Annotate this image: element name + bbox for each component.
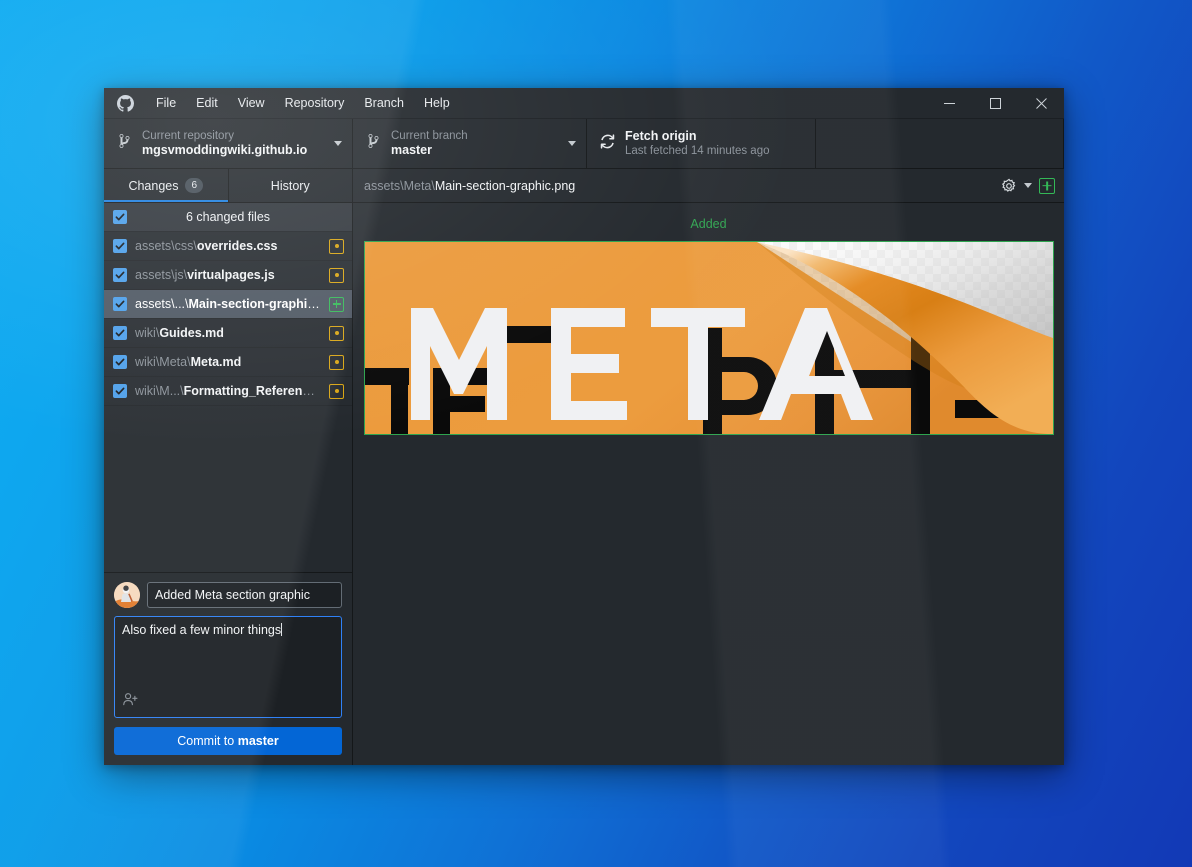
- fetch-origin-title: Fetch origin: [625, 129, 805, 145]
- meta-section-graphic: [365, 242, 1053, 434]
- tab-history[interactable]: History: [229, 169, 353, 202]
- gear-icon[interactable]: [1001, 178, 1032, 194]
- changed-files-count: 6 changed files: [104, 210, 352, 224]
- commit-description-field[interactable]: Also fixed a few minor things: [114, 616, 342, 718]
- changed-files-header: 6 changed files: [104, 203, 352, 232]
- file-path: wiki\Meta\Meta.md: [135, 355, 321, 369]
- file-checkbox[interactable]: [113, 326, 127, 340]
- diff-file-path: assets\Meta\Main-section-graphic.png: [364, 179, 1001, 193]
- file-path: assets\js\virtualpages.js: [135, 268, 321, 282]
- status-badge-modified: [329, 326, 344, 341]
- minimize-icon[interactable]: [926, 88, 972, 118]
- file-row-formatting-reference-md[interactable]: wiki\M...\Formatting_Reference.md: [104, 377, 352, 406]
- commit-form: Also fixed a few minor things Commit to …: [104, 572, 352, 765]
- menu-item-view[interactable]: View: [228, 88, 275, 118]
- maximize-icon[interactable]: [972, 88, 1018, 118]
- window-controls: [926, 88, 1064, 118]
- diff-pane: assets\Meta\Main-section-graphic.png: [353, 169, 1064, 765]
- menu-item-file[interactable]: File: [146, 88, 186, 118]
- tab-changes-label: Changes: [128, 179, 178, 193]
- current-branch-value: master: [391, 143, 555, 159]
- window-body: Changes 6 History 6 changed files: [104, 169, 1064, 765]
- file-path: assets\...\Main-section-graphic.png: [135, 297, 321, 311]
- github-logo-icon: [104, 88, 146, 118]
- file-row-main-section-graphic-png[interactable]: assets\...\Main-section-graphic.png: [104, 290, 352, 319]
- status-badge-modified: [329, 355, 344, 370]
- file-checkbox[interactable]: [113, 239, 127, 253]
- fetch-origin-button[interactable]: Fetch origin Last fetched 14 minutes ago: [587, 119, 816, 168]
- menu-item-edit[interactable]: Edit: [186, 88, 228, 118]
- commit-summary-row: [114, 582, 342, 608]
- changed-files-list[interactable]: assets\css\overrides.css assets\js\virtu…: [104, 232, 352, 572]
- tab-history-label: History: [271, 179, 310, 193]
- file-row-overrides-css[interactable]: assets\css\overrides.css: [104, 232, 352, 261]
- file-checkbox[interactable]: [113, 384, 127, 398]
- menu-bar: File Edit View Repository Branch Help: [146, 88, 926, 118]
- sidebar-tabs: Changes 6 History: [104, 169, 352, 203]
- current-repository-value: mgsvmoddingwiki.github.io: [142, 143, 321, 159]
- avatar: [114, 582, 140, 608]
- plus-square-icon[interactable]: [1039, 178, 1055, 194]
- file-path: wiki\Guides.md: [135, 326, 321, 340]
- diff-body: Added: [353, 203, 1064, 765]
- file-path: assets\css\overrides.css: [135, 239, 321, 253]
- branch-icon: [118, 133, 133, 154]
- status-badge-modified: [329, 384, 344, 399]
- add-coauthor-icon[interactable]: [123, 692, 139, 711]
- current-repository-button[interactable]: Current repository mgsvmoddingwiki.githu…: [104, 119, 353, 168]
- status-badge-modified: [329, 268, 344, 283]
- file-row-guides-md[interactable]: wiki\Guides.md: [104, 319, 352, 348]
- status-badge-added: [329, 297, 344, 312]
- fetch-origin-subtitle: Last fetched 14 minutes ago: [625, 144, 805, 158]
- title-bar: File Edit View Repository Branch Help: [104, 88, 1064, 119]
- menu-item-branch[interactable]: Branch: [354, 88, 414, 118]
- image-preview: [364, 241, 1054, 435]
- status-badge-modified: [329, 239, 344, 254]
- sync-icon: [599, 133, 616, 155]
- current-repository-label: Current repository: [142, 129, 321, 143]
- tab-changes-badge: 6: [185, 178, 203, 193]
- tab-changes[interactable]: Changes 6: [104, 169, 229, 202]
- desktop-background: File Edit View Repository Branch Help: [0, 0, 1192, 867]
- github-desktop-window: File Edit View Repository Branch Help: [104, 88, 1064, 765]
- chevron-down-icon: [1024, 183, 1032, 188]
- file-checkbox[interactable]: [113, 268, 127, 282]
- close-icon[interactable]: [1018, 88, 1064, 118]
- file-checkbox[interactable]: [113, 297, 127, 311]
- diff-header-actions: [1001, 178, 1055, 194]
- diff-status-label: Added: [363, 213, 1054, 241]
- file-checkbox[interactable]: [113, 355, 127, 369]
- branch-icon: [367, 133, 382, 154]
- file-path: wiki\M...\Formatting_Reference.md: [135, 384, 321, 398]
- current-branch-label: Current branch: [391, 129, 555, 143]
- menu-item-repository[interactable]: Repository: [275, 88, 355, 118]
- chevron-down-icon: [334, 141, 342, 146]
- file-row-virtualpages-js[interactable]: assets\js\virtualpages.js: [104, 261, 352, 290]
- toolbar: Current repository mgsvmoddingwiki.githu…: [104, 119, 1064, 169]
- file-row-meta-md[interactable]: wiki\Meta\Meta.md: [104, 348, 352, 377]
- current-branch-button[interactable]: Current branch master: [353, 119, 587, 168]
- select-all-checkbox[interactable]: [113, 210, 127, 224]
- toolbar-filler: [816, 119, 1064, 168]
- text-cursor: [281, 623, 282, 636]
- commit-button[interactable]: Commit to master: [114, 727, 342, 755]
- chevron-down-icon: [568, 141, 576, 146]
- diff-header: assets\Meta\Main-section-graphic.png: [353, 169, 1064, 203]
- menu-item-help[interactable]: Help: [414, 88, 460, 118]
- commit-description-text: Also fixed a few minor things: [122, 623, 334, 639]
- sidebar: Changes 6 History 6 changed files: [104, 169, 353, 765]
- commit-summary-input[interactable]: [147, 582, 342, 608]
